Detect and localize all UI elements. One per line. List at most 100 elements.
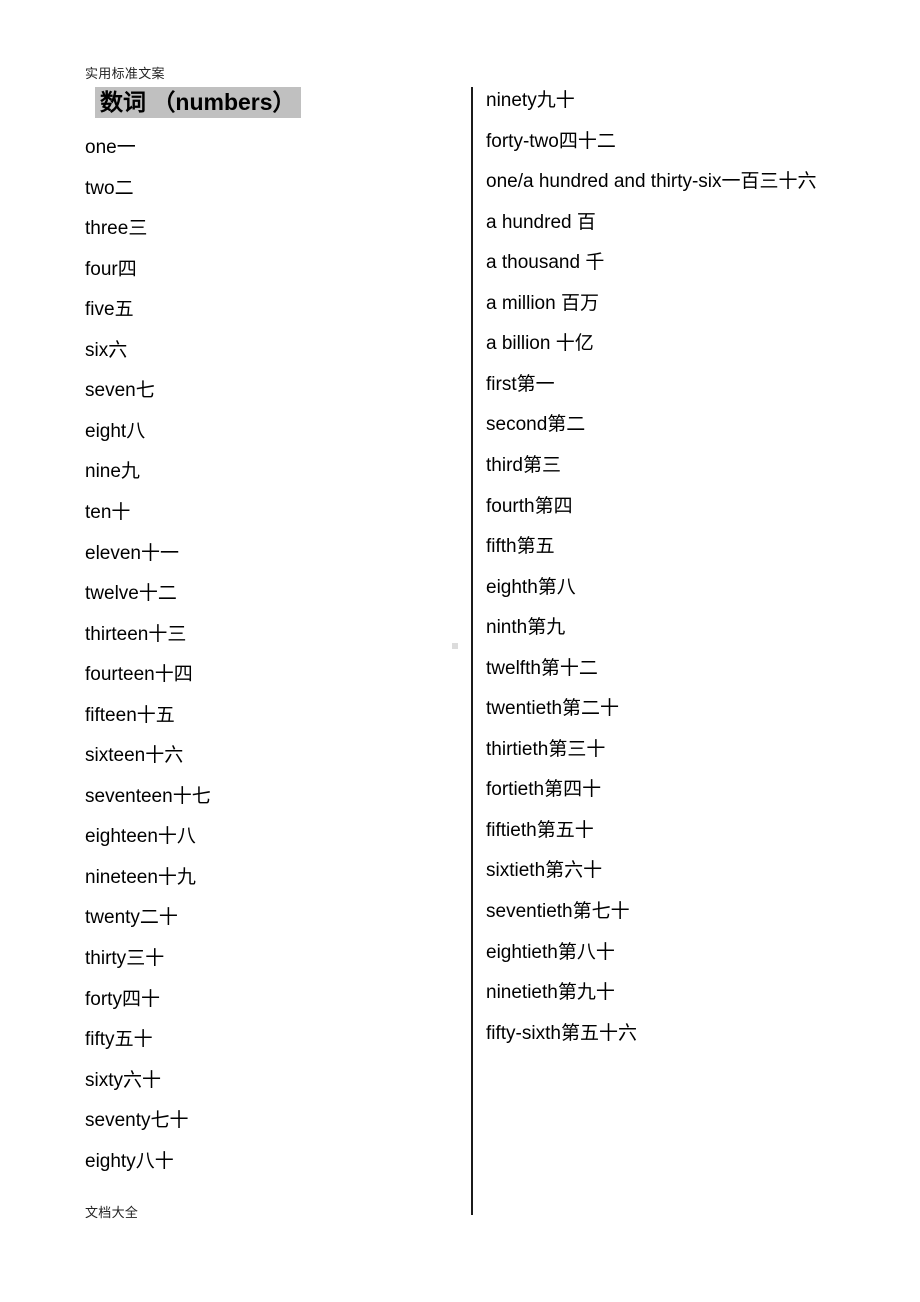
vocabulary-entry: four四 <box>85 258 137 282</box>
entry-english: four <box>85 258 118 280</box>
entry-chinese: 第一 <box>516 373 555 395</box>
column-divider-rule <box>471 87 473 1215</box>
entry-english: thirtieth <box>486 738 549 760</box>
entry-chinese: 第八 <box>537 576 576 598</box>
running-header: 实用标准文案 <box>85 66 165 81</box>
entry-english: one <box>85 137 117 158</box>
vocabulary-entry: nine九 <box>85 460 140 484</box>
entry-chinese: 六 <box>108 339 128 361</box>
vocabulary-entry: a million 百万 <box>486 292 599 316</box>
entry-chinese: 第五十 <box>536 819 594 841</box>
entry-chinese: 七 <box>135 380 155 402</box>
entry-english: sixteen <box>85 745 146 767</box>
entry-english: forty-two <box>486 130 559 152</box>
vocabulary-entry: fifty-sixth第五十六 <box>486 1022 637 1046</box>
entry-chinese: 第六十 <box>545 860 603 882</box>
entry-english: third <box>486 454 523 476</box>
entry-chinese: 第七十 <box>572 901 630 922</box>
entry-english: seven <box>85 380 136 402</box>
entry-english: ninth <box>486 617 528 639</box>
entry-chinese: 二十 <box>139 907 178 929</box>
vocabulary-entry: fifth第五 <box>486 535 555 559</box>
entry-chinese: 十一 <box>141 542 180 564</box>
entry-chinese: 第八十 <box>557 941 615 963</box>
entry-chinese: 十二 <box>138 583 177 605</box>
vocabulary-entry: twenty二十 <box>85 906 178 930</box>
vocabulary-entry: twelve十二 <box>85 582 177 606</box>
entry-english: fourth <box>486 495 535 517</box>
vocabulary-entry: thirty三十 <box>85 947 164 971</box>
entry-chinese: 四十二 <box>558 130 616 152</box>
entry-english: forty <box>85 988 122 1010</box>
vocabulary-entry: twelfth第十二 <box>486 657 598 681</box>
entry-chinese: 千 <box>585 252 605 274</box>
entry-chinese: 十七 <box>172 785 211 807</box>
entry-english: seventieth <box>486 901 573 922</box>
vocabulary-entry: eighty八十 <box>85 1150 174 1174</box>
entry-english: nine <box>85 461 121 483</box>
entry-english: a billion <box>486 333 556 355</box>
vocabulary-entry: twentieth第二十 <box>486 697 619 721</box>
vocabulary-entry: nineteen十九 <box>85 866 196 890</box>
entry-chinese: 三 <box>128 218 148 240</box>
entry-chinese: 第五 <box>516 536 555 558</box>
vocabulary-entry: fiftieth第五十 <box>486 819 594 843</box>
vocabulary-entry: eleven十一 <box>85 542 179 566</box>
vocabulary-entry: a thousand 千 <box>486 251 604 275</box>
entry-chinese: 第四 <box>534 495 573 517</box>
entry-english: fifteen <box>85 704 137 726</box>
entry-english: second <box>486 414 548 436</box>
page-title-text: 数词 （numbers） <box>100 89 296 115</box>
entry-chinese: 第二 <box>547 414 586 436</box>
entry-chinese: 十五 <box>136 704 175 726</box>
document-page: 实用标准文案 数词 （numbers） one一 two二 three三 four四 f… <box>0 0 920 1302</box>
entry-english: ninetieth <box>486 982 558 1004</box>
vocabulary-entry: fifteen十五 <box>85 704 175 728</box>
entry-english: two <box>85 177 115 199</box>
entry-chinese: 第九十 <box>557 982 615 1004</box>
entry-chinese: 九 <box>120 461 140 483</box>
entry-english: eleven <box>85 542 141 564</box>
entry-english: six <box>85 339 109 361</box>
entry-english: sixty <box>85 1069 123 1091</box>
vocabulary-entry: sixty六十 <box>85 1069 161 1093</box>
vocabulary-entry: seventieth第七十 <box>486 900 630 924</box>
entry-english: nineteen <box>85 866 158 888</box>
entry-english: twelve <box>85 583 139 605</box>
entry-english: fifth <box>486 536 517 558</box>
entry-english: ten <box>85 501 112 523</box>
entry-english: eightieth <box>486 941 558 963</box>
vocabulary-entry: thirteen十三 <box>85 623 186 647</box>
vocabulary-entry: eightieth第八十 <box>486 941 615 965</box>
vocabulary-entry: five五 <box>85 298 134 322</box>
vocabulary-entry: seventy七十 <box>85 1109 189 1133</box>
entry-chinese: 六十 <box>123 1069 162 1091</box>
entry-chinese: 九十 <box>536 90 575 111</box>
entry-chinese: 三十 <box>126 948 165 969</box>
vocabulary-entry: one一 <box>85 136 136 160</box>
entry-english: fourteen <box>85 664 155 686</box>
page-artifact-mark <box>452 643 458 649</box>
entry-chinese: 百 <box>576 211 596 233</box>
entry-english: eight <box>85 420 127 442</box>
entry-chinese: 五 <box>114 299 134 321</box>
page-title: 数词 （numbers） <box>95 87 301 118</box>
entry-chinese: 四 <box>117 258 137 280</box>
vocabulary-entry: ten十 <box>85 501 130 525</box>
entry-chinese: 四十 <box>121 988 160 1010</box>
entry-chinese: 第二十 <box>562 698 620 720</box>
vocabulary-entry: sixtieth第六十 <box>486 859 602 883</box>
entry-chinese: 七十 <box>150 1110 189 1132</box>
vocabulary-entry: two二 <box>85 177 134 201</box>
entry-chinese: 百万 <box>560 292 599 314</box>
entry-chinese: 一 <box>116 137 136 158</box>
entry-chinese: 十三 <box>148 623 187 645</box>
vocabulary-entry: second第二 <box>486 413 585 437</box>
entry-english: eighth <box>486 576 538 598</box>
entry-chinese: 十四 <box>154 664 193 686</box>
vocabulary-entry: seven七 <box>85 379 155 403</box>
entry-english: a million <box>486 292 561 314</box>
entry-english: ninety <box>486 90 537 111</box>
entry-chinese: 第五十六 <box>560 1022 637 1044</box>
vocabulary-entry: one/a hundred and thirty-six一百三十六 <box>486 170 817 194</box>
